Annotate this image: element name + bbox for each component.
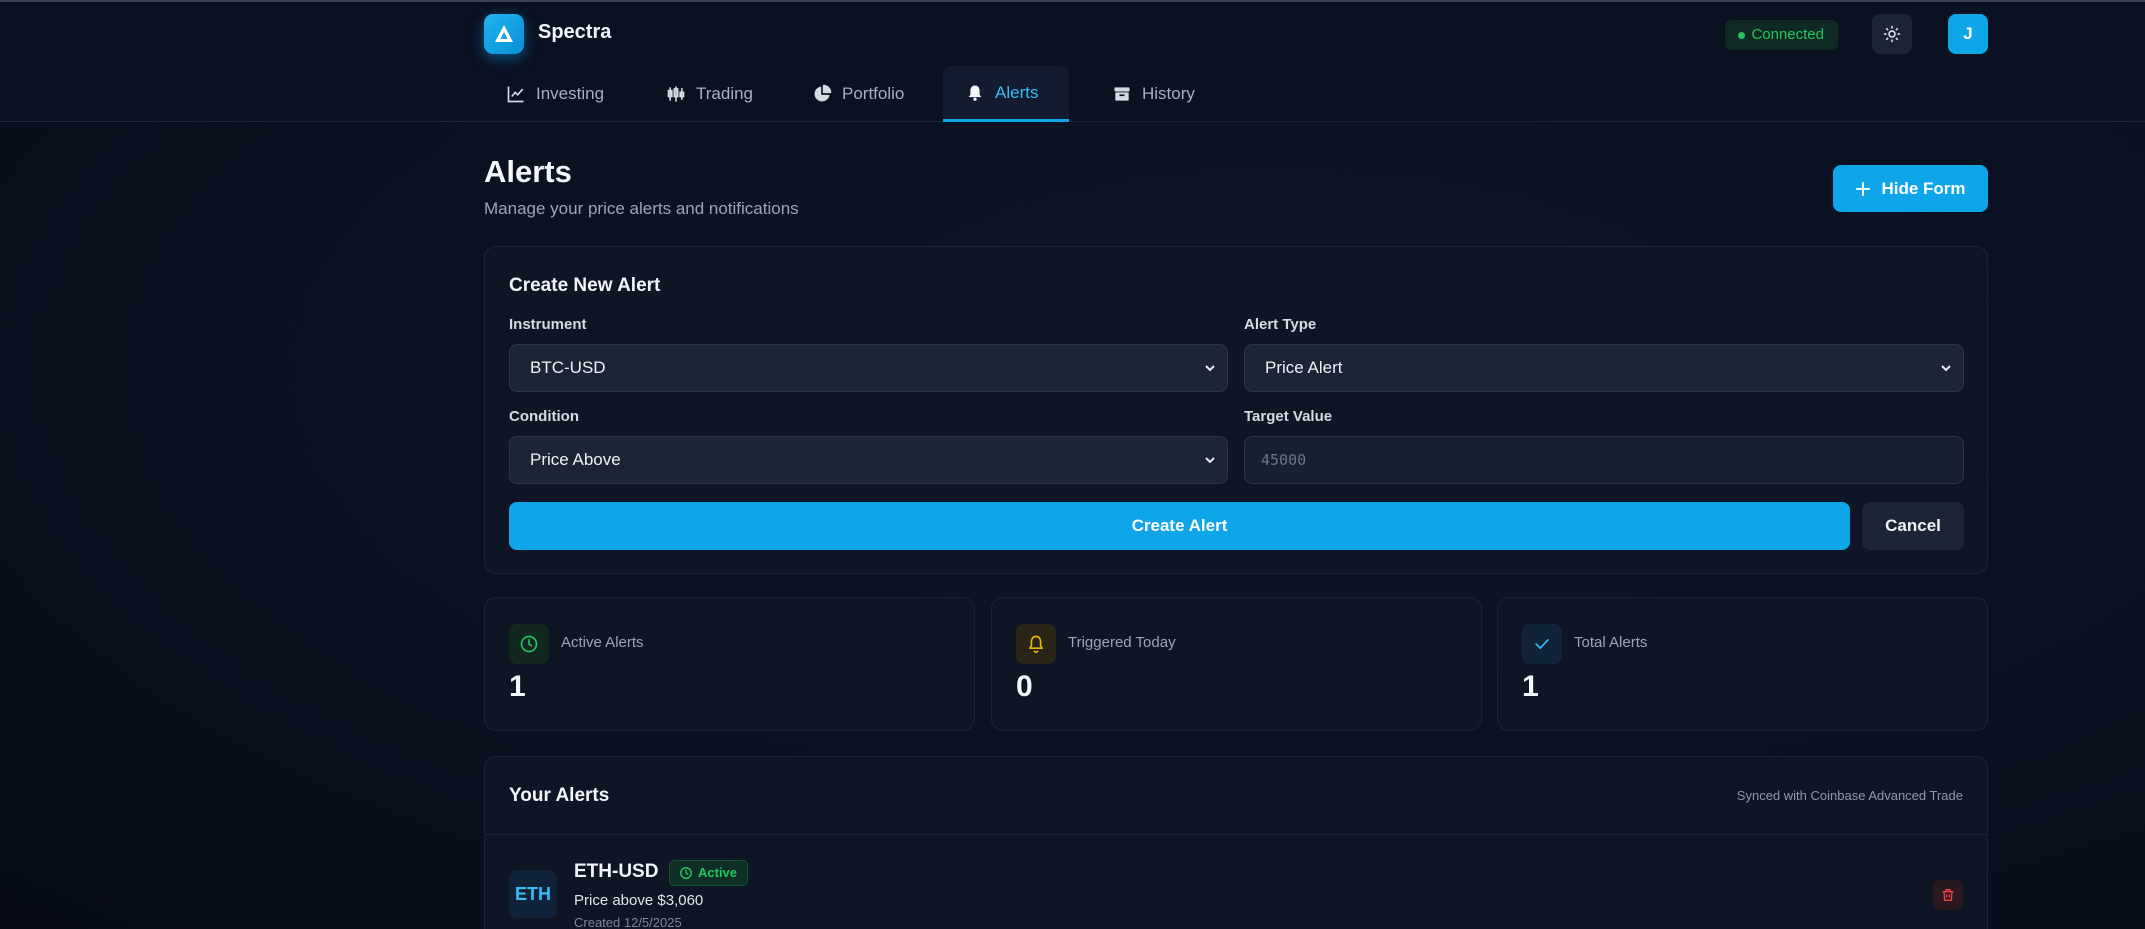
trash-icon <box>1942 889 1954 901</box>
delete-alert-button[interactable] <box>1933 880 1963 910</box>
stat-value: 1 <box>1522 670 1539 703</box>
page-subtitle: Manage your price alerts and notificatio… <box>484 199 799 218</box>
cancel-button[interactable]: Cancel <box>1862 502 1964 550</box>
hide-form-button[interactable]: Hide Form <box>1833 165 1988 212</box>
main-tabs: Investing Trading Portfolio Alerts Histo… <box>484 66 1988 122</box>
target-value-label: Target Value <box>1244 408 1333 425</box>
spectra-logo-icon[interactable] <box>484 14 524 54</box>
clock-icon <box>680 867 692 879</box>
hide-form-label: Hide Form <box>1881 178 1966 198</box>
sync-note: Synced with Coinbase Advanced Trade <box>1736 788 1963 803</box>
alert-type-select[interactable]: Price Alert <box>1244 344 1964 392</box>
instrument-value: BTC-USD <box>530 358 606 377</box>
check-icon <box>1522 624 1562 664</box>
create-alert-form: Create New Alert Instrument BTC-USD Aler… <box>484 246 1988 574</box>
your-alerts-panel: Your Alerts Synced with Coinbase Advance… <box>484 756 1988 929</box>
condition-select[interactable]: Price Above <box>509 436 1228 484</box>
plus-icon <box>1856 181 1871 196</box>
stat-value: 1 <box>509 670 526 703</box>
pie-chart-icon <box>814 84 832 102</box>
header-row: Spectra Connected J <box>484 14 1988 54</box>
clock-icon <box>509 624 549 664</box>
chart-line-icon <box>507 86 524 103</box>
status-text: Active <box>698 865 738 880</box>
chevron-down-icon <box>1205 457 1215 464</box>
connection-status-badge: Connected <box>1725 20 1838 50</box>
condition-label: Condition <box>509 408 579 425</box>
bell-icon <box>1016 624 1056 664</box>
tab-portfolio[interactable]: Portfolio <box>790 66 926 122</box>
alert-type-label: Alert Type <box>1244 316 1317 333</box>
theme-toggle-button[interactable] <box>1872 14 1912 54</box>
symbol-badge: ETH <box>509 870 557 918</box>
bell-icon <box>968 85 982 101</box>
stat-card-active-alerts: Active Alerts 1 <box>484 597 975 731</box>
tab-investing[interactable]: Investing <box>484 66 626 122</box>
instrument-select[interactable]: BTC-USD <box>509 344 1228 392</box>
tab-label: Alerts <box>995 82 1039 102</box>
create-alert-button[interactable]: Create Alert <box>509 502 1850 550</box>
logo-triangle-icon <box>495 25 513 42</box>
instrument-label: Instrument <box>509 316 587 333</box>
tab-label: Investing <box>536 84 605 103</box>
tab-alerts[interactable]: Alerts <box>943 66 1069 122</box>
stat-label: Total Alerts <box>1574 634 1648 651</box>
candlestick-icon <box>667 86 685 102</box>
alert-type-value: Price Alert <box>1265 358 1343 377</box>
tab-label: History <box>1142 84 1195 103</box>
tab-label: Portfolio <box>842 84 905 103</box>
user-avatar-button[interactable]: J <box>1948 14 1988 54</box>
alert-description: Price above $3,060 <box>574 892 704 909</box>
alert-symbol: ETH-USD <box>574 861 659 882</box>
alert-created-date: Created 12/5/2025 <box>574 915 682 929</box>
app-name: Spectra <box>538 21 612 43</box>
top-navigation-bar: Spectra Connected J Investing Trading Po… <box>0 0 2145 122</box>
tab-trading[interactable]: Trading <box>644 66 775 122</box>
condition-value: Price Above <box>530 450 621 469</box>
archive-icon <box>1114 87 1130 101</box>
stat-value: 0 <box>1016 670 1033 703</box>
tab-history[interactable]: History <box>1090 66 1217 122</box>
window-top-edge <box>0 0 2145 2</box>
target-value-input[interactable]: 45000 <box>1244 436 1964 484</box>
stat-label: Triggered Today <box>1068 634 1176 651</box>
alerts-title: Your Alerts <box>509 785 610 806</box>
form-title: Create New Alert <box>509 275 661 296</box>
chevron-down-icon <box>1205 365 1215 372</box>
stat-card-total-alerts: Total Alerts 1 <box>1497 597 1988 731</box>
status-badge: Active <box>669 860 749 886</box>
stat-card-triggered-today: Triggered Today 0 <box>991 597 1482 731</box>
tab-label: Trading <box>696 84 754 103</box>
page-title: Alerts <box>484 154 572 189</box>
divider <box>485 834 1987 835</box>
chevron-down-icon <box>1941 365 1951 372</box>
stat-label: Active Alerts <box>561 634 644 651</box>
sun-icon <box>1883 25 1901 43</box>
